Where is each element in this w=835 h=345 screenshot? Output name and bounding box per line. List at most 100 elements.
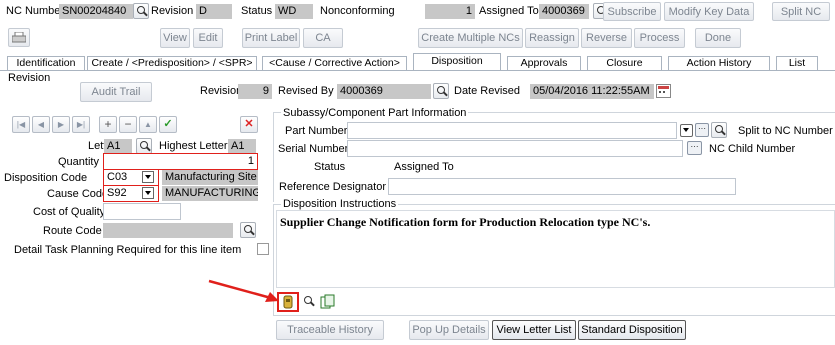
add-icon[interactable]: + (99, 116, 117, 133)
pop-up-details-button[interactable]: Pop Up Details (409, 320, 489, 340)
revised-by-label: Revised By (278, 85, 334, 97)
status-label: Status (241, 5, 273, 17)
revised-by-value: 4000369 (337, 84, 431, 99)
serial-number-label: Serial Number (278, 143, 349, 155)
revised-by-search-icon[interactable] (433, 83, 449, 99)
tab-closure[interactable]: Closure (587, 56, 662, 70)
zoom-icon[interactable] (301, 294, 317, 310)
part-number-label: Part Number (285, 125, 348, 137)
letter-value: A1 (104, 139, 132, 154)
tab-create-predisposition-spr[interactable]: Create / <Predisposition> / <SPR> (87, 56, 257, 70)
reference-designator-input[interactable] (388, 178, 736, 195)
split-to-nc-label: Split to NC Number (738, 125, 833, 137)
nc-number-label: NC Number (6, 5, 65, 17)
calendar-icon[interactable] (656, 84, 671, 98)
reference-designator-label: Reference Designator (279, 181, 387, 193)
detail-task-label: Detail Task Planning Required for this l… (14, 244, 242, 256)
disposition-description: Manufacturing Site (162, 170, 258, 185)
modify-key-data-button[interactable]: Modify Key Data (664, 2, 754, 21)
revision-section-label: Revision (8, 72, 51, 84)
next-record-icon[interactable]: ▶ (52, 116, 70, 133)
cause-code-value: S92 (107, 187, 127, 199)
status-value: WD (275, 4, 313, 19)
letter-search-icon[interactable] (136, 138, 152, 154)
subassy-status-label: Status (314, 161, 346, 173)
subassy-assigned-to-label: Assigned To (394, 161, 454, 173)
highest-letter-label: Highest Letter (159, 140, 228, 152)
print-icon[interactable] (8, 28, 30, 47)
detail-task-checkbox[interactable] (257, 243, 269, 255)
nc-number-value: SN00204840 (59, 4, 133, 19)
toolbar: View Edit Print Label CA Create Multiple… (0, 27, 835, 51)
view-button[interactable]: View (160, 28, 190, 48)
subscribe-button[interactable]: Subscribe (603, 2, 661, 21)
reverse-button[interactable]: Reverse (581, 28, 632, 48)
status-description: Nonconforming (320, 5, 395, 17)
disposition-instructions-textarea[interactable]: Supplier Change Notification form for Pr… (276, 210, 835, 288)
edit-button[interactable]: Edit (193, 28, 223, 48)
assigned-to-value: 4000369 (539, 4, 589, 19)
tab-cause-corrective-action[interactable]: <Cause / Corrective Action> (262, 56, 407, 70)
serial-ellipsis-icon[interactable]: ··· (687, 141, 702, 155)
annotation-arrow (208, 279, 279, 302)
nc-search-icon[interactable] (133, 3, 149, 19)
tab-approvals[interactable]: Approvals (507, 56, 581, 70)
header-bar: NC Number SN00204840 Revision D Status W… (0, 0, 835, 24)
tab-strip-line (0, 70, 835, 71)
remove-icon[interactable]: − (119, 116, 137, 133)
process-button[interactable]: Process (634, 28, 685, 48)
previous-record-icon[interactable]: ◀ (32, 116, 50, 133)
quantity-label: Quantity (58, 156, 99, 168)
done-button[interactable]: Done (695, 28, 741, 48)
traceable-history-button[interactable]: Traceable History (276, 320, 384, 340)
date-revised-label: Date Revised (454, 85, 521, 97)
nc-child-number-label: NC Child Number (709, 143, 796, 155)
serial-number-input[interactable] (347, 140, 683, 157)
cause-code-label: Cause Code (47, 188, 109, 200)
revision-number-value: 9 (238, 84, 272, 99)
first-record-icon[interactable]: |◀ (12, 116, 30, 133)
disposition-code-select[interactable]: C03 (103, 169, 159, 186)
cause-code-select[interactable]: S92 (103, 185, 159, 202)
ca-button[interactable]: CA (303, 28, 343, 48)
disposition-code-label: Disposition Code (4, 172, 88, 184)
part-number-dropdown-icon[interactable] (680, 124, 693, 137)
last-record-icon[interactable]: ▶| (72, 116, 90, 133)
date-revised-value: 05/04/2016 11:22:55AM (530, 84, 654, 99)
cause-description: MANUFACTURING (162, 186, 258, 201)
disposition-instructions-text: Supplier Change Notification form for Pr… (280, 215, 651, 229)
up-icon[interactable]: ▲ (139, 116, 157, 133)
revision-value: D (196, 4, 232, 19)
route-code-value (103, 223, 233, 238)
cost-of-quality-label: Cost of Quality (33, 206, 106, 218)
cost-of-quality-input[interactable] (103, 203, 181, 220)
revision-label: Revision (151, 5, 194, 17)
ellipsis-icon[interactable]: ··· (695, 123, 709, 137)
tab-identification[interactable]: Identification (7, 56, 85, 70)
standard-disposition-button[interactable]: Standard Disposition (578, 320, 686, 340)
route-code-label: Route Code (43, 225, 102, 237)
tab-action-history[interactable]: Action History (668, 56, 770, 70)
count-value: 1 (425, 4, 475, 19)
reassign-button[interactable]: Reassign (525, 28, 579, 48)
revision-number-label: Revision (200, 85, 243, 97)
tab-list[interactable]: List (776, 56, 818, 70)
print-label-button[interactable]: Print Label (242, 28, 300, 48)
part-number-search-icon[interactable] (711, 122, 727, 138)
tab-disposition[interactable]: Disposition (413, 53, 501, 70)
highest-letter-value: A1 (228, 139, 256, 154)
part-number-input[interactable] (347, 122, 677, 139)
quantity-input[interactable]: 1 (103, 153, 258, 170)
audit-trail-button[interactable]: Audit Trail (80, 82, 152, 102)
view-letter-list-button[interactable]: View Letter List (492, 320, 576, 340)
chevron-down-icon[interactable] (142, 171, 154, 183)
split-nc-button[interactable]: Split NC (772, 2, 830, 21)
route-code-search-icon[interactable] (240, 222, 256, 238)
close-icon[interactable]: ✕ (240, 116, 258, 133)
disposition-code-value: C03 (107, 171, 128, 183)
subassy-legend: Subassy/Component Part Information (281, 106, 469, 121)
copy-icon[interactable] (320, 294, 336, 310)
create-multiple-ncs-button[interactable]: Create Multiple NCs (418, 28, 523, 48)
chevron-down-icon[interactable] (142, 187, 154, 199)
checkmark-icon[interactable]: ✓ (159, 116, 177, 133)
